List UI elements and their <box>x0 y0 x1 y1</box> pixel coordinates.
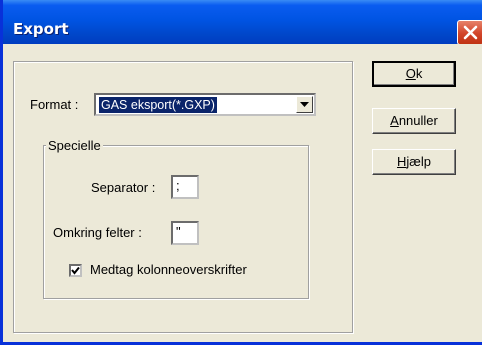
hjaelp-mnemonic: H <box>397 154 407 169</box>
annuller-mnemonic: A <box>390 113 399 128</box>
export-dialog: Export Format : GAS eksport(*.GXP) Speci… <box>0 0 482 345</box>
dialog-title: Export <box>13 20 69 38</box>
close-icon <box>463 25 478 40</box>
chevron-down-icon <box>300 102 309 107</box>
format-selected-value: GAS eksport(*.GXP) <box>98 96 218 114</box>
dialog-body: Format : GAS eksport(*.GXP) Specielle Se… <box>6 44 482 342</box>
annuller-button[interactable]: Annuller <box>372 108 456 134</box>
ok-button[interactable]: Ok <box>372 61 456 87</box>
medtag-label: Medtag kolonneoverskrifter <box>90 262 247 277</box>
ok-label-rest: k <box>415 66 423 81</box>
specielle-legend: Specielle <box>46 138 103 153</box>
ok-mnemonic: O <box>405 66 416 81</box>
hjaelp-label-rest: jælp <box>406 154 431 169</box>
annuller-label-rest: nnuller <box>398 113 438 128</box>
title-bar[interactable]: Export <box>3 0 482 45</box>
separator-input[interactable]: ; <box>171 175 199 199</box>
close-button[interactable] <box>457 20 482 45</box>
format-select[interactable]: GAS eksport(*.GXP) <box>94 93 316 116</box>
checkmark-icon <box>71 266 80 275</box>
format-dropdown-button[interactable] <box>296 96 313 113</box>
medtag-checkbox[interactable] <box>69 264 82 277</box>
hjaelp-button[interactable]: Hjælp <box>372 149 456 175</box>
format-label: Format : <box>30 97 79 112</box>
separator-label: Separator : <box>91 180 156 195</box>
omkring-felter-input[interactable]: " <box>171 221 199 245</box>
omkring-felter-label: Omkring felter : <box>53 225 142 240</box>
